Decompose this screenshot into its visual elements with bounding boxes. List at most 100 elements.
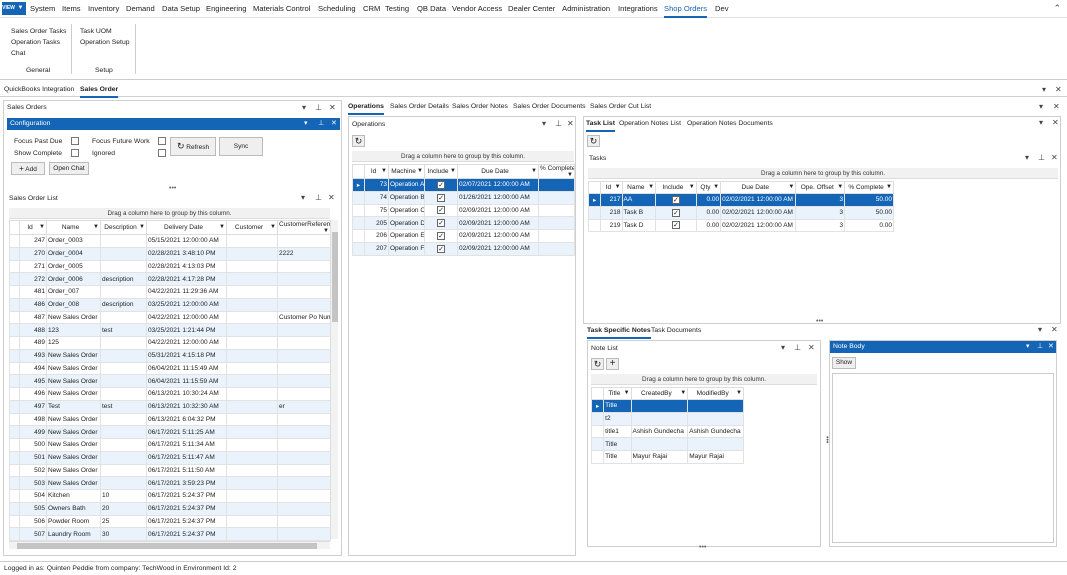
table-row[interactable]: 486 Order_008 description 03/25/2021 12:00:…: [9, 297, 331, 312]
menu-inventory[interactable]: Inventory: [88, 0, 119, 18]
include-checkbox[interactable]: ✓: [437, 193, 445, 202]
menu-qb-data[interactable]: QB Data: [417, 0, 446, 18]
table-row[interactable]: 494 New Sales Order 06/04/2021 11:15:49 AM: [9, 361, 331, 376]
filter-icon[interactable]: ▼: [531, 168, 537, 174]
table-row[interactable]: 493 New Sales Order 05/31/2021 4:15:18 PM: [9, 348, 331, 363]
refresh-icon[interactable]: ↻: [587, 135, 600, 147]
filter-icon[interactable]: ▼: [39, 224, 45, 230]
table-row[interactable]: ▸ Title: [590, 399, 744, 413]
column-header-delivery-date[interactable]: Delivery Date ▼: [146, 220, 227, 235]
table-row[interactable]: 74 Operation B ✓ 01/26/2021 12:00:00 AM: [352, 190, 575, 205]
open-chat-button[interactable]: Open Chat: [49, 162, 89, 175]
tab-task-specific-notes[interactable]: Task Specific Notes: [587, 325, 651, 339]
column-header-customerreference[interactable]: CustomerReference▼: [277, 220, 331, 235]
scroll-thumb[interactable]: [17, 543, 317, 549]
filter-icon[interactable]: ▼: [837, 184, 843, 190]
tab-sales-order-documents[interactable]: Sales Order Documents: [513, 101, 586, 113]
filter-icon[interactable]: ▼: [689, 184, 695, 190]
ribbon-chat[interactable]: Chat: [11, 50, 25, 57]
table-row[interactable]: 499 New Sales Order 06/17/2021 5:11:25 AM: [9, 425, 331, 439]
close-icon[interactable]: ✕: [1053, 102, 1060, 112]
refresh-button[interactable]: ↻ Refresh: [170, 137, 216, 156]
splitter-handle[interactable]: •••: [169, 185, 176, 192]
focus-past-due-checkbox[interactable]: [71, 137, 79, 145]
column-header-id[interactable]: Id ▼: [19, 220, 47, 235]
menu-demand[interactable]: Demand: [126, 0, 155, 18]
tab-operations[interactable]: Operations: [348, 101, 384, 115]
filter-icon[interactable]: ▼: [615, 184, 621, 190]
filter-icon[interactable]: ▼: [788, 184, 794, 190]
tab-sales-order[interactable]: Sales Order: [80, 84, 119, 98]
table-row[interactable]: 272 Order_0006 description 02/28/2021 4:17:…: [9, 272, 331, 286]
sync-button[interactable]: Sync: [219, 137, 263, 156]
filter-icon[interactable]: ▼: [381, 168, 387, 174]
column-header--complete[interactable]: % Complete ▼: [538, 164, 575, 179]
vertical-scrollbar[interactable]: [330, 220, 338, 539]
filter-icon[interactable]: ▼: [417, 168, 423, 174]
filter-icon[interactable]: ▼: [736, 390, 742, 396]
dropdown-icon[interactable]: ▾: [302, 103, 306, 113]
table-row[interactable]: 207 Operation F ✓ 02/09/2021 12:00:00 AM: [352, 241, 575, 256]
dropdown-icon[interactable]: ▾: [1042, 85, 1046, 95]
include-checkbox[interactable]: ✓: [437, 180, 445, 189]
filter-icon[interactable]: ▼: [450, 168, 456, 174]
note-body-editor[interactable]: [832, 373, 1054, 543]
filter-icon[interactable]: ▼: [93, 224, 99, 230]
dropdown-icon[interactable]: ▾: [301, 193, 305, 203]
menu-engineering[interactable]: Engineering: [206, 0, 247, 18]
close-icon[interactable]: ✕: [329, 103, 336, 113]
tab-operation-notes-documents[interactable]: Operation Notes Documents: [687, 118, 773, 130]
filter-icon[interactable]: ▼: [139, 224, 145, 230]
table-row[interactable]: 219 Task D ✓ 0.00 02/02/2021 12:00:00 AM 3 0.0…: [587, 218, 894, 233]
pin-icon[interactable]: ⊥: [555, 119, 562, 129]
app-menu-dropdown-icon[interactable]: ▼: [15, 2, 26, 15]
column-header-customer[interactable]: Customer ▼: [226, 220, 278, 235]
column-header-machine[interactable]: Machine ▼: [388, 164, 425, 179]
menu-vendor-access[interactable]: Vendor Access: [452, 0, 502, 18]
menu-items[interactable]: Items: [62, 0, 81, 18]
dropdown-icon[interactable]: ▾: [1039, 118, 1043, 128]
table-row[interactable]: 206 Operation E ✓ 02/09/2021 12:00:00 AM: [352, 229, 575, 243]
table-row[interactable]: 488 123 test 03/25/2021 1:21:44 PM: [9, 323, 331, 337]
table-row[interactable]: ▸ 217 AA ✓ 0.00 02/02/2021 12:00:00 AM 3 50.00: [587, 193, 894, 207]
table-row[interactable]: 489 125 04/22/2021 12:00:00 AM: [9, 336, 331, 350]
column-header-createdby[interactable]: CreatedBy ▼: [630, 387, 689, 400]
column-header-id[interactable]: Id ▼: [600, 181, 623, 194]
refresh-icon[interactable]: ↻: [591, 358, 604, 370]
refresh-icon[interactable]: ↻: [352, 135, 365, 147]
table-row[interactable]: 218 Task B ✓ 0.00 02/02/2021 12:00:00 AM 3 50.…: [587, 205, 894, 220]
focus-future-work-checkbox[interactable]: [158, 137, 166, 145]
close-icon[interactable]: ✕: [328, 193, 335, 203]
pin-icon[interactable]: ⊥: [315, 103, 322, 113]
include-checkbox[interactable]: ✓: [671, 208, 680, 217]
menu-system[interactable]: System: [30, 0, 55, 18]
collapse-ribbon-icon[interactable]: ⌃: [1053, 3, 1061, 14]
include-checkbox[interactable]: ✓: [437, 244, 445, 253]
dropdown-icon[interactable]: ▾: [1038, 325, 1042, 335]
close-icon[interactable]: ✕: [567, 119, 574, 129]
dropdown-icon[interactable]: ▾: [1026, 341, 1030, 352]
column-header-title[interactable]: Title ▼: [603, 387, 632, 400]
filter-icon[interactable]: ▼: [680, 390, 686, 396]
filter-icon[interactable]: ▼: [323, 228, 329, 234]
column-header-ope-offset[interactable]: Ope. Offset ▼: [795, 181, 846, 194]
table-row[interactable]: 506 Powder Room 25 06/17/2021 5:24:37 PM: [9, 514, 331, 529]
table-row[interactable]: ▸ 73 Operation A ✓ 02/07/2021 12:00:00 AM: [352, 178, 575, 192]
app-logo-icon[interactable]: VIEW: [2, 2, 15, 15]
filter-icon[interactable]: ▼: [886, 184, 892, 190]
dropdown-icon[interactable]: ▾: [781, 343, 785, 353]
filter-icon[interactable]: ▼: [713, 184, 719, 190]
tab-task-documents[interactable]: Task Documents: [651, 325, 701, 337]
add-button[interactable]: + Add: [11, 162, 45, 175]
pin-icon[interactable]: ⊥: [318, 118, 324, 129]
table-row[interactable]: Title: [590, 437, 744, 451]
column-header-qty[interactable]: Qty ▼: [695, 181, 722, 194]
close-icon[interactable]: ✕: [1048, 341, 1054, 352]
table-row[interactable]: title1 Ashish Gundecha Ashish Gundecha: [590, 424, 744, 439]
pin-icon[interactable]: ⊥: [794, 343, 801, 353]
table-row[interactable]: 497 Test test 06/13/2021 10:32:30 AM er: [9, 399, 331, 414]
table-row[interactable]: 75 Operation C ✓ 02/09/2021 12:00:00 AM: [352, 203, 575, 218]
add-note-icon[interactable]: +: [606, 358, 619, 370]
table-row[interactable]: t2: [590, 411, 744, 426]
column-header--complete[interactable]: % Complete ▼: [844, 181, 894, 194]
